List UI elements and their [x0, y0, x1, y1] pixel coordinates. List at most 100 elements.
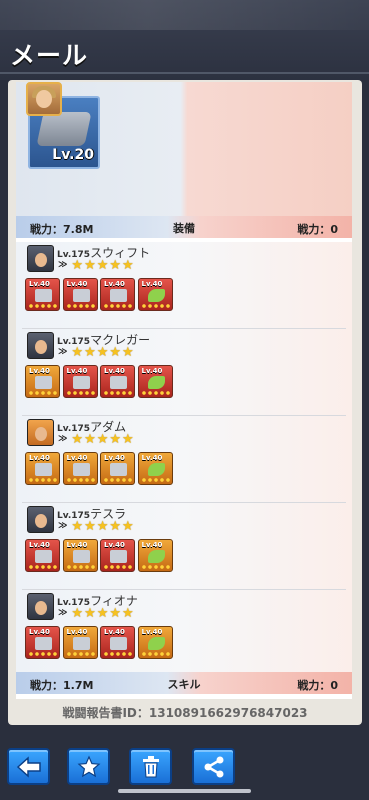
- gear-stars: [140, 303, 172, 309]
- weapon-icon: [35, 376, 52, 389]
- gear-level: Lv.40: [29, 628, 50, 636]
- gear-slot[interactable]: Lv.40: [137, 278, 173, 311]
- gear-stars: [28, 477, 59, 483]
- trash-icon: [142, 755, 159, 777]
- skill-power-right: 戦力：0: [297, 679, 338, 692]
- hero-avatar[interactable]: [27, 245, 54, 272]
- gear-level: Lv.40: [66, 541, 88, 549]
- delete-button[interactable]: [129, 748, 172, 785]
- top-bar: メール: [0, 0, 369, 80]
- back-arrow-icon: [16, 755, 41, 778]
- gear-slot[interactable]: Lv.40: [100, 452, 135, 485]
- star-icon: ★: [96, 344, 109, 360]
- commander-portrait[interactable]: [26, 82, 62, 116]
- armor-icon: [72, 637, 90, 650]
- gear-slot[interactable]: Lv.40: [62, 539, 98, 572]
- gear-stars: [103, 651, 134, 657]
- gear-level: Lv.40: [104, 454, 125, 462]
- star-icon: ★: [109, 431, 122, 447]
- gear-slot[interactable]: Lv.40: [100, 626, 135, 659]
- gear-stars: [28, 390, 59, 396]
- armor-icon: [72, 463, 90, 476]
- chip-icon: [110, 289, 127, 302]
- gear-level: Lv.40: [66, 280, 88, 288]
- title-divider: [0, 72, 369, 74]
- gear-slot[interactable]: Lv.40: [137, 365, 173, 398]
- weapon-icon: [35, 550, 52, 563]
- gear-level: Lv.40: [141, 454, 163, 462]
- gear-stars: [140, 390, 172, 396]
- gear-stars: [140, 651, 172, 657]
- star-icon: ★: [96, 431, 109, 447]
- star-icon: ★: [71, 518, 84, 534]
- gear-level: Lv.40: [104, 280, 125, 288]
- gear-slot[interactable]: Lv.40: [137, 539, 173, 572]
- report-id: 戦闘報告書ID：1310891662976847023: [62, 706, 308, 720]
- gear-stars: [28, 564, 59, 570]
- gear-slot[interactable]: Lv.40: [62, 452, 98, 485]
- hero-row[interactable]: Lv.175テスラ ≫ ★ ★ ★ ★ ★ Lv.40 Lv.40 Lv.40 Lv.40: [16, 503, 352, 590]
- gear-stars: [65, 651, 97, 657]
- gear-slot[interactable]: Lv.40: [137, 452, 173, 485]
- hero-avatar[interactable]: [27, 593, 54, 620]
- gear-level: Lv.40: [29, 454, 50, 462]
- star-icon: ★: [122, 605, 134, 621]
- hero-row[interactable]: Lv.175マクレガー ≫ ★ ★ ★ ★ ★ Lv.40 Lv.40 Lv.40 Lv.4…: [16, 329, 352, 416]
- hero-row[interactable]: Lv.175アダム ≫ ★ ★ ★ ★ ★ Lv.40 Lv.40 Lv.40 Lv.40: [16, 416, 352, 503]
- weapon-icon: [35, 289, 52, 302]
- gear-slot[interactable]: Lv.40: [25, 539, 60, 572]
- hero-avatar[interactable]: [27, 332, 54, 359]
- gear-slot[interactable]: Lv.40: [100, 278, 135, 311]
- hero-row[interactable]: Lv.175フィオナ ≫ ★ ★ ★ ★ ★ Lv.40 Lv.40 Lv.40 Lv.40: [16, 590, 352, 677]
- boots-icon: [147, 463, 165, 476]
- gear-slot[interactable]: Lv.40: [137, 626, 173, 659]
- chip-icon: [110, 550, 127, 563]
- star-icon: ★: [109, 257, 122, 273]
- gear-slot[interactable]: Lv.40: [25, 452, 60, 485]
- gear-stars: [65, 564, 97, 570]
- battle-report-content[interactable]: Lv.20 戦力：7.8M 装備 戦力：0 Lv.175スウィフト ≫ ★ ★ ★ ★ ★ …: [16, 82, 352, 699]
- tank-icon: [36, 112, 92, 146]
- armor-icon: [72, 289, 90, 302]
- hero-row[interactable]: Lv.175スウィフト ≫ ★ ★ ★ ★ ★ Lv.40 Lv.40 Lv.40 Lv.4…: [16, 242, 352, 329]
- gear-level: Lv.40: [104, 628, 125, 636]
- gear-stars: [28, 303, 59, 309]
- gear-level: Lv.40: [104, 541, 125, 549]
- hero-avatar[interactable]: [27, 506, 54, 533]
- star-icon: ★: [122, 257, 134, 273]
- top-bar-shine: [0, 0, 369, 30]
- gear-level: Lv.40: [104, 367, 125, 375]
- gear-level: Lv.40: [141, 541, 163, 549]
- gear-level: Lv.40: [66, 367, 88, 375]
- favorite-button[interactable]: [67, 748, 110, 785]
- gear-slot[interactable]: Lv.40: [25, 626, 60, 659]
- gear-slot[interactable]: Lv.40: [62, 278, 98, 311]
- gear-level: Lv.40: [29, 280, 50, 288]
- rank-chevron-icon: ≫: [58, 347, 68, 357]
- rank-chevron-icon: ≫: [58, 521, 68, 531]
- gear-level: Lv.40: [141, 280, 163, 288]
- gear-slot[interactable]: Lv.40: [25, 278, 60, 311]
- equipment-power-right: 戦力：0: [297, 223, 338, 236]
- hero-stars: ≫ ★ ★ ★ ★ ★: [58, 519, 134, 533]
- rank-chevron-icon: ≫: [58, 434, 68, 444]
- share-button[interactable]: [192, 748, 235, 785]
- hero-avatar[interactable]: [27, 419, 54, 446]
- page-title: メール: [10, 41, 89, 70]
- gear-level: Lv.40: [29, 367, 50, 375]
- equipment-power-bar: 戦力：7.8M 装備 戦力：0: [16, 216, 352, 238]
- back-button[interactable]: [7, 748, 50, 785]
- gear-slot[interactable]: Lv.40: [62, 365, 98, 398]
- hero-list: Lv.175スウィフト ≫ ★ ★ ★ ★ ★ Lv.40 Lv.40 Lv.40 Lv.4…: [16, 242, 352, 677]
- gear-slot[interactable]: Lv.40: [100, 365, 135, 398]
- vehicle-level: Lv.20: [52, 147, 94, 163]
- gear-slot[interactable]: Lv.40: [25, 365, 60, 398]
- gear-stars: [103, 303, 134, 309]
- hero-stars: ≫ ★ ★ ★ ★ ★: [58, 432, 134, 446]
- gear-slot[interactable]: Lv.40: [62, 626, 98, 659]
- hero-stars: ≫ ★ ★ ★ ★ ★: [58, 258, 134, 272]
- boots-icon: [147, 289, 165, 302]
- gear-stars: [103, 390, 134, 396]
- rank-chevron-icon: ≫: [58, 608, 68, 618]
- gear-slot[interactable]: Lv.40: [100, 539, 135, 572]
